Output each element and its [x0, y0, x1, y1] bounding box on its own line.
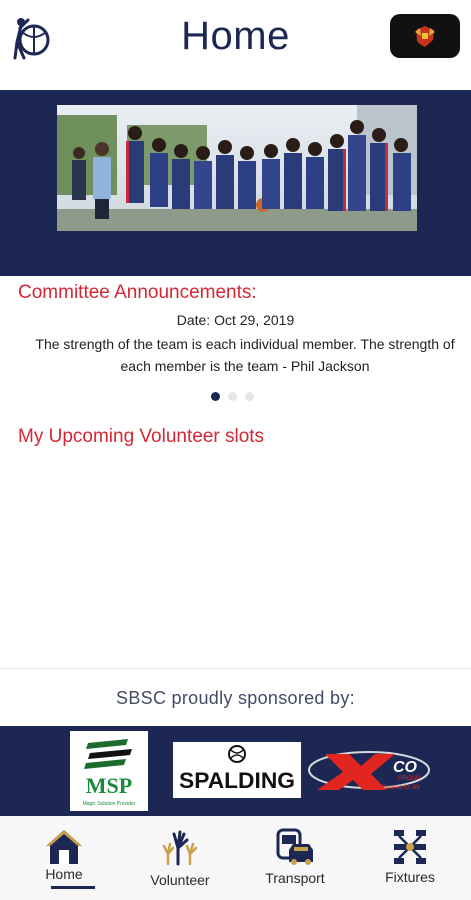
nav-label-volunteer: Volunteer	[150, 872, 210, 888]
svg-text:Magic Solution Provider: Magic Solution Provider	[83, 801, 136, 807]
msp-sponsor-logo[interactable]: MSP Magic Solution Provider	[70, 731, 148, 811]
carousel-pagination[interactable]	[211, 392, 254, 401]
home-icon	[46, 830, 82, 864]
bus-car-icon	[276, 828, 313, 865]
active-tab-indicator	[51, 886, 95, 889]
nav-label-fixtures: Fixtures	[385, 869, 435, 885]
xco-sponsor-logo[interactable]: CO GROUP Geared for life	[305, 744, 433, 796]
svg-text:Geared for life: Geared for life	[382, 785, 421, 791]
club-crest-button[interactable]	[390, 14, 460, 58]
nav-label-home: Home	[45, 866, 83, 882]
carousel-dot[interactable]	[211, 392, 220, 401]
carousel-dot[interactable]	[245, 392, 254, 401]
committee-announcements-heading: Committee Announcements:	[18, 282, 257, 303]
nav-home[interactable]: Home	[9, 816, 119, 900]
nav-transport[interactable]: Transport	[240, 816, 350, 900]
sponsor-caption: SBSC proudly sponsored by:	[116, 688, 355, 708]
spalding-sponsor-logo[interactable]: SPALDING	[173, 742, 301, 798]
raised-hands-icon	[162, 830, 198, 866]
team-photo	[57, 105, 417, 231]
upcoming-volunteer-slots-heading: My Upcoming Volunteer slots	[18, 426, 265, 447]
nav-label-transport: Transport	[265, 870, 325, 886]
bracket-icon	[394, 830, 426, 864]
announcement-date: Date: Oct 29, 2019	[176, 312, 295, 328]
nav-volunteer[interactable]: Volunteer	[125, 816, 235, 900]
app-header: Home	[0, 0, 471, 90]
divider	[0, 668, 471, 669]
club-crest-icon	[415, 26, 435, 47]
announcement-text: The strength of the team is each individ…	[35, 336, 455, 374]
svg-text:SPALDING: SPALDING	[179, 768, 295, 793]
svg-text:GROUP: GROUP	[398, 776, 420, 782]
nav-fixtures[interactable]: Fixtures	[355, 816, 465, 900]
bottom-navigation: Home Volunteer Transport Fixtures	[0, 816, 471, 900]
sponsor-bar: MSP Magic Solution Provider SPALDING CO …	[0, 726, 471, 816]
carousel-dot[interactable]	[228, 392, 237, 401]
svg-text:CO: CO	[393, 759, 418, 776]
hero-banner	[0, 90, 471, 276]
svg-text:MSP: MSP	[86, 773, 132, 798]
